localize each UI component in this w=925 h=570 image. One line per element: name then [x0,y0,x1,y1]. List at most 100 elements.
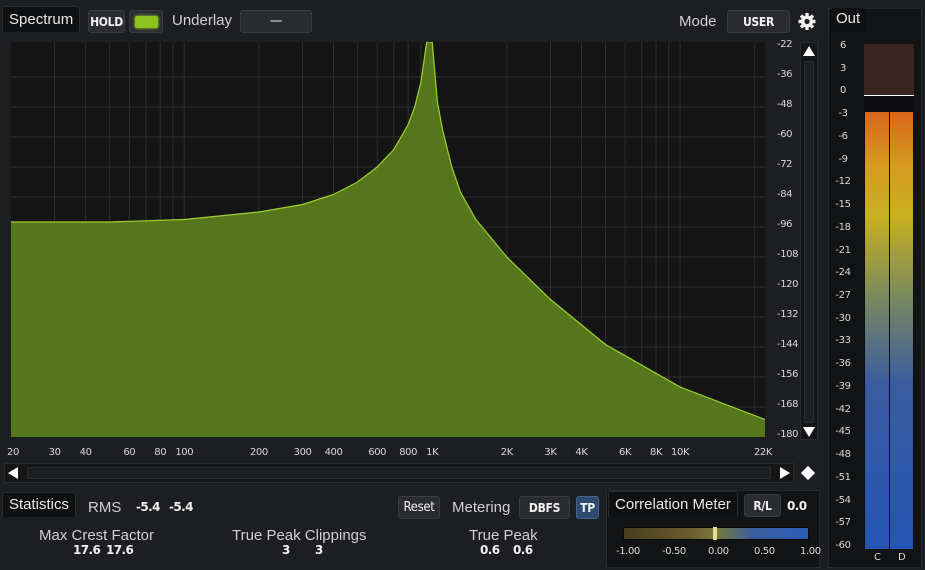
max-crest-factor-label: Max Crest Factor [39,527,155,544]
clippings-value-right: 3 [315,543,323,557]
crest-value-right: 17.6 [106,543,134,557]
settings-gear-icon[interactable] [796,10,818,33]
rl-value: 0.0 [787,499,807,513]
true-peak-clippings-label: True Peak Clippings [232,527,367,544]
output-db-tick-label: -45 [835,426,851,438]
frequency-tick-label: 300 [293,447,312,458]
output-db-tick-label: -39 [835,380,851,392]
channel-d-meter [890,112,913,549]
true-peak-toggle[interactable]: TP [576,496,599,519]
underlay-label: Underlay [172,12,233,29]
output-db-tick-label: -36 [835,358,851,370]
reset-button[interactable]: Reset [398,496,440,519]
horizontal-scrollbar[interactable] [4,463,794,483]
output-db-tick-label: -15 [835,199,851,211]
mode-select[interactable]: USER [727,10,790,33]
output-db-tick-label: -33 [835,335,851,347]
db-tick-label: -168 [777,399,799,410]
channel-d-label: D [898,552,906,563]
hold-led [135,16,158,28]
true-peak-value-right: 0.6 [513,543,533,557]
vertical-scroll-thumb[interactable] [804,61,814,423]
correlation-tick-label: 0.50 [754,546,775,557]
rms-value-left: -5.4 [136,500,160,514]
output-db-tick-label: 0 [840,85,846,97]
output-db-tick-label: 6 [840,40,846,51]
channel-c-label: C [874,552,881,563]
db-tick-label: -48 [777,99,793,110]
clippings-value-left: 3 [282,543,290,557]
output-db-tick-label: -60 [835,540,851,551]
metering-label: Metering [452,499,511,516]
mode-label: Mode [679,13,717,30]
zoom-reset-diamond-icon[interactable] [800,465,816,481]
spectrum-tab[interactable]: Spectrum [2,6,81,32]
db-tick-label: -108 [777,249,799,260]
crest-value-left: 17.6 [73,543,101,557]
true-peak-label: True Peak [469,527,538,544]
db-tick-label: -72 [777,159,793,170]
correlation-tick-label: 0.00 [708,546,729,557]
db-tick-label: -96 [777,219,793,230]
frequency-tick-label: 8K [650,447,663,458]
output-db-tick-label: -30 [835,312,851,324]
db-tick-label: -132 [777,309,799,320]
db-tick-label: -60 [777,129,793,140]
frequency-tick-label: 60 [123,447,136,458]
output-db-tick-label: -18 [835,221,851,233]
frequency-tick-label: 10K [671,447,690,458]
frequency-tick-label: 30 [48,447,61,458]
correlation-tick-label: -0.50 [662,546,686,557]
frequency-tick-label: 80 [154,447,167,458]
frequency-tick-label: 40 [79,447,92,458]
frequency-tick-label: 22K [753,447,773,458]
output-db-tick-label: -51 [835,471,851,483]
output-db-tick-label: -42 [835,403,851,415]
output-db-tick-label: -21 [835,244,851,256]
scroll-left-arrow-icon[interactable] [8,467,18,479]
output-db-tick-label: -54 [835,494,851,506]
rl-select[interactable]: R/L [744,494,781,517]
underlay-select[interactable]: — [240,10,312,33]
correlation-indicator [713,527,717,540]
correlation-tick-label: 1.00 [800,546,821,557]
frequency-tick-label: 6K [619,447,632,458]
output-db-tick-label: -3 [838,108,848,120]
db-tick-label: -84 [777,189,793,200]
output-db-tick-label: -24 [835,267,851,279]
frequency-tick-label: 600 [368,447,387,458]
output-db-tick-label: -12 [835,176,851,188]
frequency-tick-label: 4K [575,447,588,458]
hold-toggle[interactable] [129,10,163,33]
hold-button[interactable]: HOLD [88,10,125,33]
channel-c-meter [865,112,889,549]
db-tick-label: -120 [777,279,799,290]
db-tick-label: -180 [777,429,799,440]
db-tick-label: -156 [777,369,799,380]
correlation-meter-tab[interactable]: Correlation Meter [608,491,738,517]
scroll-down-arrow-icon[interactable] [803,427,815,437]
db-tick-label: -36 [777,69,793,80]
frequency-tick-label: 3K [544,447,557,458]
output-db-tick-label: -6 [838,130,848,142]
spectrum-plot [11,42,765,437]
db-tick-label: -22 [777,39,793,50]
vertical-scrollbar[interactable] [800,42,818,440]
analyzer-window: Spectrum HOLD Underlay — Mode USER -22 -3… [0,0,925,570]
output-db-tick-label: -27 [835,290,851,301]
rms-value-right: -5.4 [169,500,193,514]
out-tab[interactable]: Out [830,8,867,32]
statistics-tab[interactable]: Statistics [2,492,77,517]
metering-select[interactable]: DBFS [519,496,570,519]
frequency-tick-label: 100 [175,447,194,458]
frequency-tick-label: 1K [426,447,439,458]
true-peak-value-left: 0.6 [480,543,500,557]
horizontal-scroll-thumb[interactable] [27,467,771,479]
frequency-tick-label: 800 [399,447,418,458]
output-db-tick-label: -48 [835,449,851,461]
rms-label: RMS [88,499,122,516]
scroll-right-arrow-icon[interactable] [780,467,790,479]
frequency-tick-label: 200 [249,447,268,458]
peak-hold-line [864,95,914,96]
scroll-up-arrow-icon[interactable] [803,46,815,56]
